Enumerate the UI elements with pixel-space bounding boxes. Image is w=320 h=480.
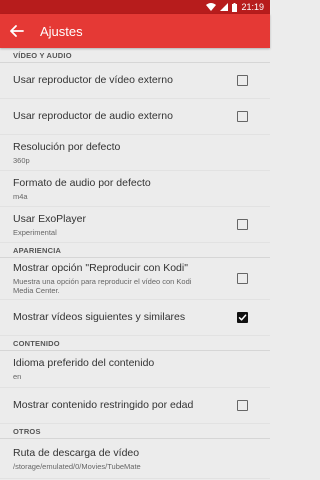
settings-item[interactable]: Usar ExoPlayer Experimental	[0, 207, 270, 243]
settings-item-label: Resolución por defecto	[13, 140, 121, 153]
battery-icon	[232, 2, 238, 12]
settings-item[interactable]: Usar reproductor de vídeo externo	[0, 63, 270, 99]
settings-item-texts: Mostrar contenido restringido por edad	[13, 399, 193, 412]
settings-item-texts: Usar reproductor de vídeo externo	[13, 74, 173, 87]
settings-item-texts: Usar ExoPlayer Experimental	[13, 213, 86, 237]
settings-item-label: Usar reproductor de audio externo	[13, 110, 173, 122]
settings-item-texts: Usar reproductor de audio externo	[13, 110, 173, 123]
wifi-icon	[206, 3, 217, 11]
settings-item[interactable]: Mostrar vídeos siguientes y similares	[0, 300, 270, 336]
settings-item[interactable]: Idioma preferido del contenido en	[0, 351, 270, 388]
settings-item[interactable]: Ruta de descarga de vídeo/storage/emulat…	[0, 439, 270, 479]
settings-item[interactable]: Usar reproductor de audio externo	[0, 99, 270, 135]
settings-item-label: Mostrar opción "Reproducir con Kodi"	[13, 262, 188, 274]
settings-item-texts: Resolución por defecto 360p	[13, 141, 120, 165]
settings-item[interactable]: Mostrar contenido restringido por edad	[0, 388, 270, 424]
check-icon	[238, 314, 247, 321]
settings-item-texts: Idioma preferido del contenido en	[13, 357, 154, 381]
checkbox-checked[interactable]	[237, 312, 248, 323]
settings-list[interactable]: VÍDEO Y AUDIO Usar reproductor de vídeo e…	[0, 48, 270, 480]
settings-item-summary: Experimental	[13, 227, 57, 237]
settings-item[interactable]: Resolución por defecto 360p	[0, 135, 270, 171]
status-time: 21:19	[241, 2, 264, 12]
checkbox[interactable]	[237, 273, 248, 284]
settings-item-label: Formato de audio por defecto	[13, 176, 151, 189]
settings-item-summary: 360p	[13, 155, 30, 165]
settings-item-summary: Muestra una opción para reproducir el ví…	[13, 277, 192, 295]
settings-item[interactable]: Mostrar opción "Reproducir con Kodi" Mues…	[0, 258, 270, 300]
arrow-back-icon[interactable]	[8, 22, 26, 40]
status-bar: 21:19	[0, 0, 270, 14]
settings-item-texts: Formato de audio por defecto m4a	[13, 177, 151, 201]
section-header: CONTENIDO	[0, 336, 270, 351]
checkbox[interactable]	[237, 75, 248, 86]
checkbox[interactable]	[237, 400, 248, 411]
settings-item-texts: Mostrar vídeos siguientes y similares	[13, 311, 185, 324]
signal-icon	[220, 3, 229, 11]
settings-item-summary: /storage/emulated/0/Movies/TubeMate	[13, 461, 141, 471]
settings-item-label: Mostrar contenido restringido por edad	[13, 399, 194, 411]
page-title: Ajustes	[40, 23, 83, 39]
settings-item-summary: m4a	[13, 191, 28, 201]
checkbox[interactable]	[237, 111, 248, 122]
settings-item-label: Usar ExoPlayer	[13, 212, 86, 225]
settings-item-label: Ruta de descarga de vídeo	[13, 446, 140, 459]
settings-item-label: Usar reproductor de vídeo externo	[13, 74, 173, 86]
settings-item-label: Idioma preferido del contenido	[13, 357, 155, 369]
section-header: VÍDEO Y AUDIO	[0, 48, 270, 63]
settings-item-texts: Ruta de descarga de vídeo/storage/emulat…	[13, 447, 141, 471]
app-bar: Ajustes	[0, 14, 270, 48]
settings-item-summary: en	[13, 372, 22, 381]
section-header: OTROS	[0, 424, 270, 439]
settings-item-texts: Mostrar opción "Reproducir con Kodi" Mues…	[13, 262, 213, 295]
checkbox[interactable]	[237, 219, 248, 230]
section-header: APARIENCIA	[0, 243, 270, 258]
settings-item-label: Mostrar vídeos siguientes y similares	[13, 311, 186, 323]
settings-item[interactable]: Formato de audio por defecto m4a	[0, 171, 270, 207]
